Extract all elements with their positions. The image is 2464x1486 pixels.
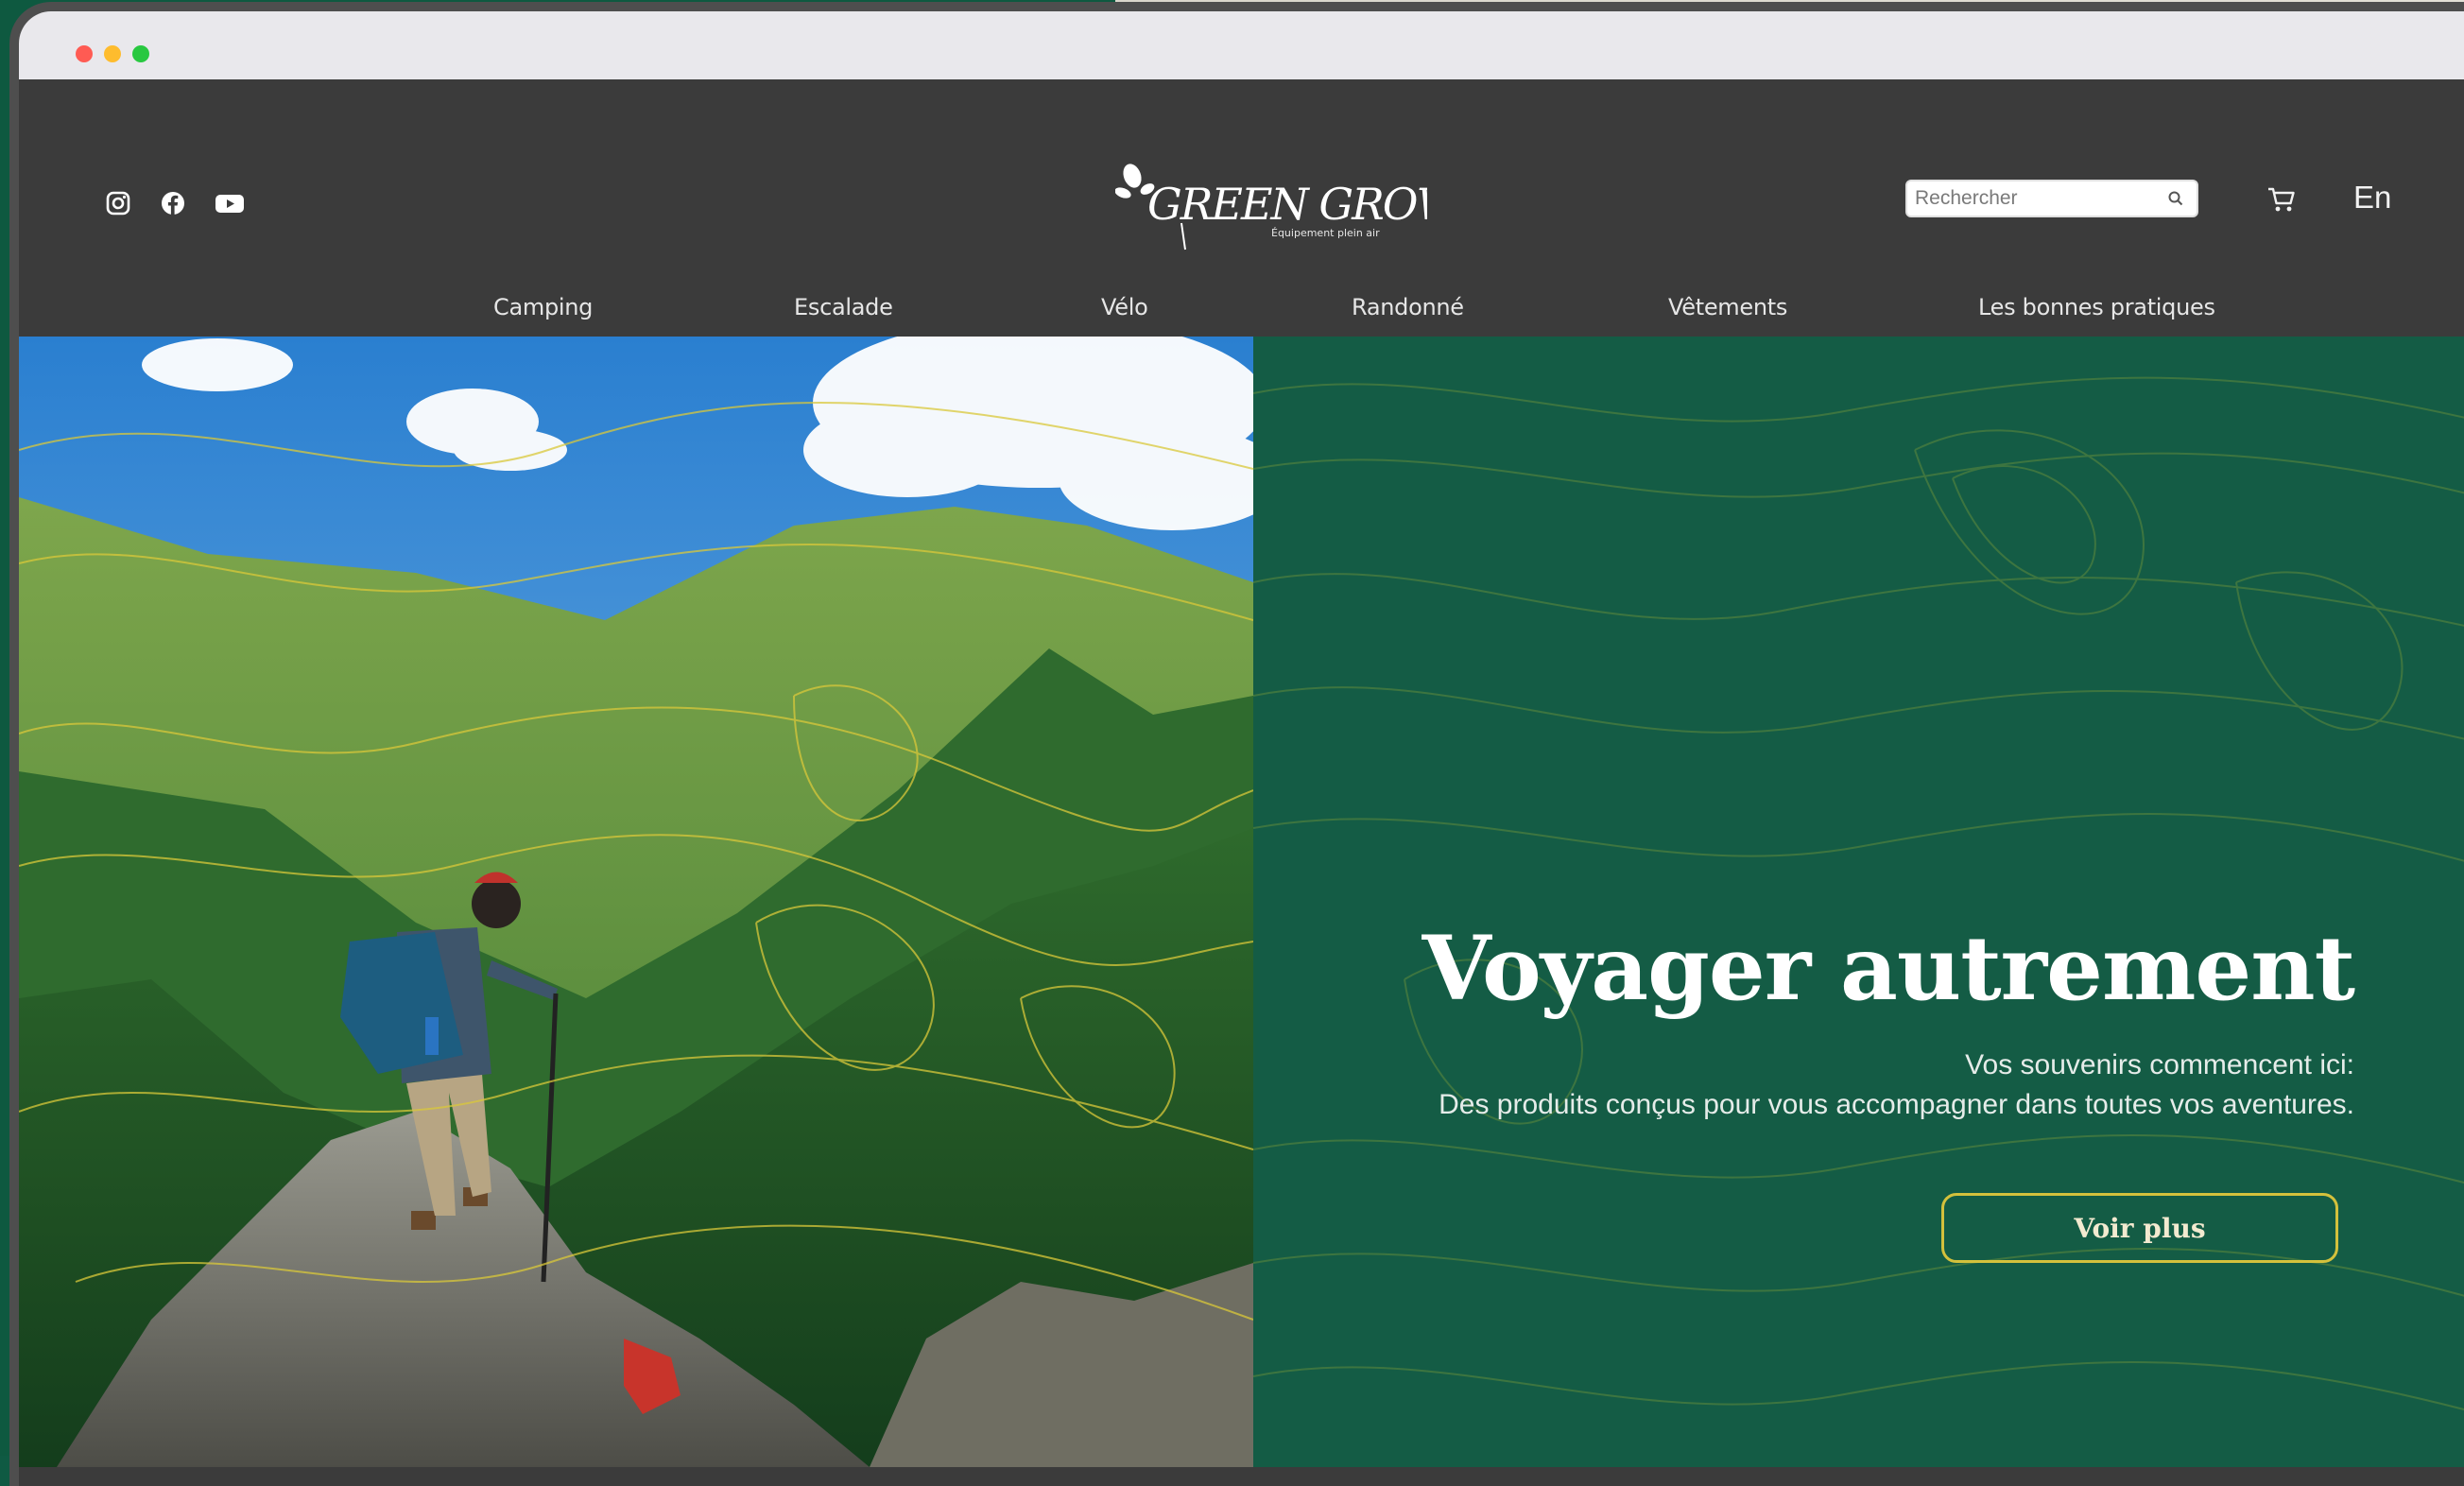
search-icon[interactable] [2166, 189, 2185, 208]
close-window-button[interactable] [76, 45, 93, 62]
nav-item-camping[interactable]: Camping [493, 294, 593, 320]
instagram-icon[interactable] [104, 189, 132, 217]
maximize-window-button[interactable] [132, 45, 149, 62]
nav-item-vetements[interactable]: Vêtements [1668, 294, 1787, 320]
nav-item-bonnes-pratiques[interactable]: Les bonnes pratiques [1978, 294, 2215, 320]
hero-panel: Voyager autrement Vos souvenirs commence… [1253, 337, 2464, 1467]
youtube-icon[interactable] [214, 189, 246, 217]
nav-item-velo[interactable]: Vélo [1101, 294, 1148, 320]
topographic-pattern [1253, 376, 2464, 1411]
hero-subtitle-line-1: Vos souvenirs commencent ici: [1965, 1049, 2354, 1080]
nav-item-escalade[interactable]: Escalade [794, 294, 893, 320]
facebook-icon[interactable] [159, 189, 187, 217]
search-box[interactable] [1905, 180, 2198, 217]
nav-item-randonne[interactable]: Randonné [1352, 294, 1464, 320]
hero-title: Voyager autrement [1422, 917, 2355, 1021]
browser-title-bar [19, 11, 2464, 79]
search-input[interactable] [1915, 183, 2151, 214]
site-logo[interactable]: GREEN GROW Équipement plein air [1114, 155, 1467, 259]
hero-subtitle-line-2: Des produits conçus pour vous accompagne… [1439, 1089, 2354, 1120]
browser-window: GREEN GROW Équipement plein air En Campi… [19, 11, 2464, 1486]
hero-hiker-photo [19, 337, 1253, 1467]
site-header: GREEN GROW Équipement plein air En Campi… [19, 79, 2464, 337]
voir-plus-button[interactable]: Voir plus [1941, 1193, 2338, 1263]
minimize-window-button[interactable] [104, 45, 121, 62]
svg-text:GREEN GROW: GREEN GROW [1147, 179, 1427, 230]
language-switch[interactable]: En [2353, 180, 2391, 216]
cart-icon[interactable] [2266, 183, 2298, 216]
svg-text:Équipement plein air: Équipement plein air [1271, 227, 1380, 239]
